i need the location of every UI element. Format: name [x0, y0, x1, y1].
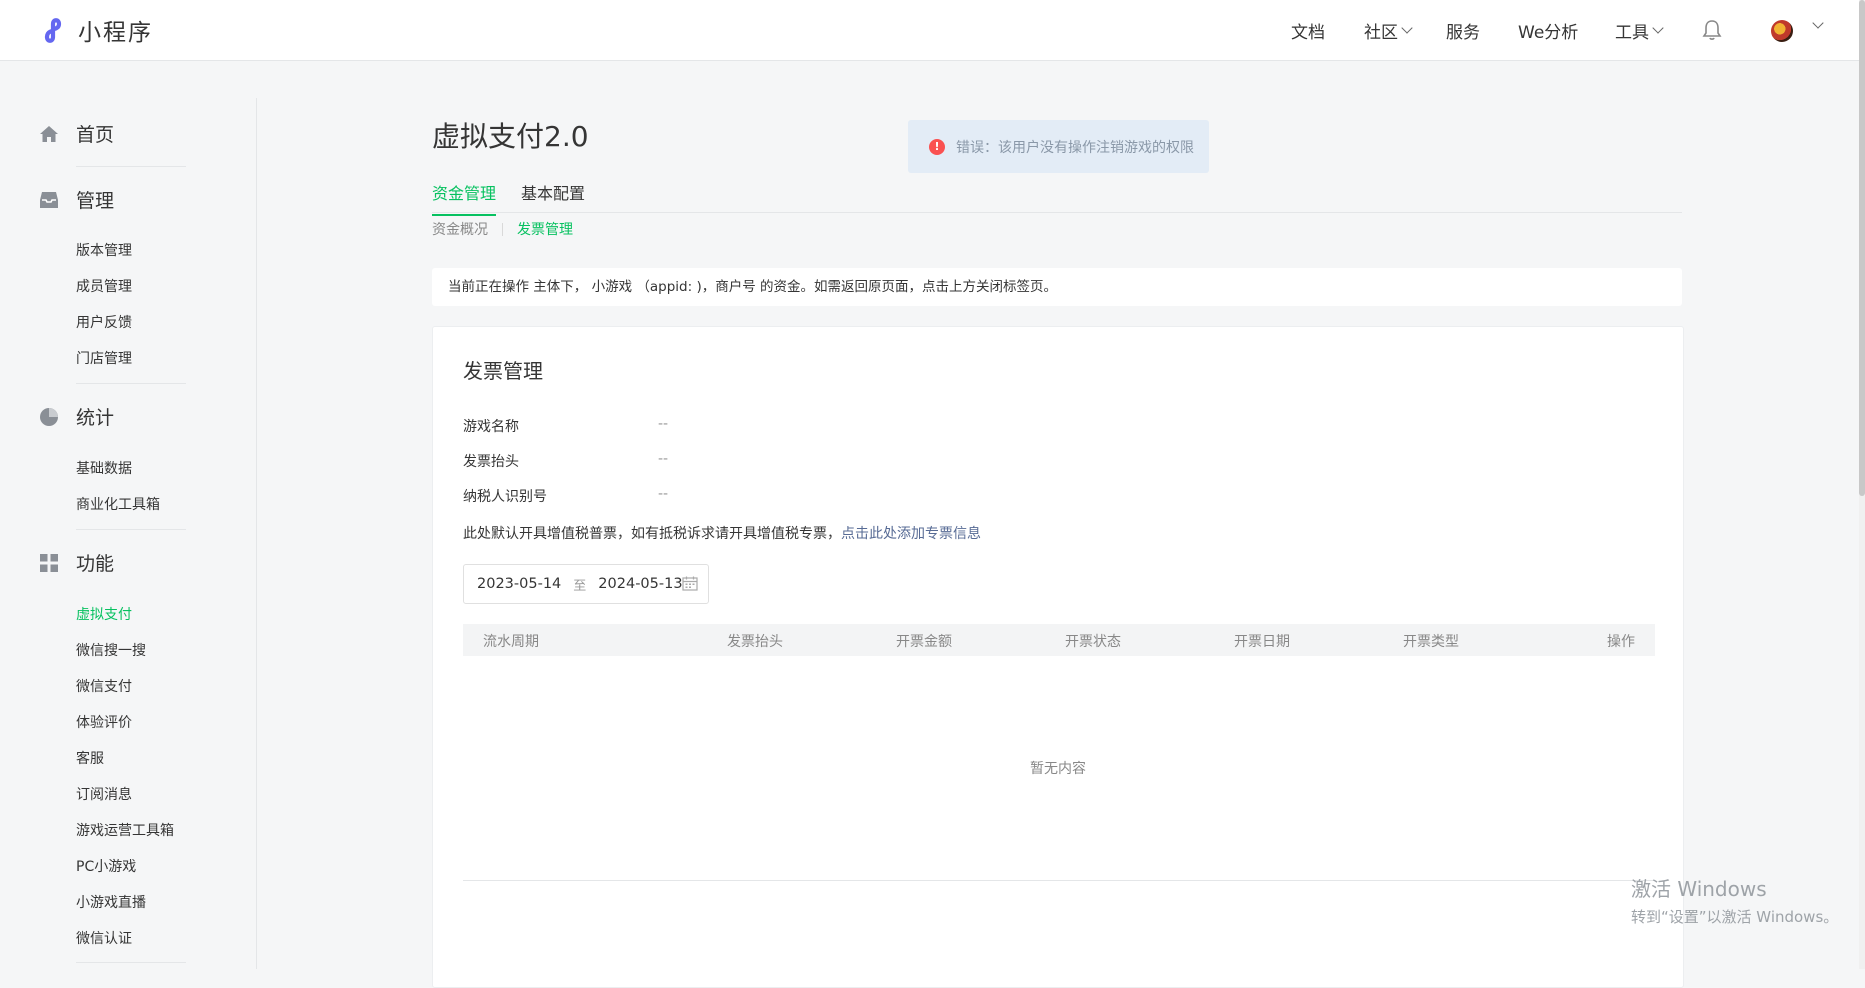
sidebar-section-features-label: 功能 — [76, 553, 115, 575]
invoice-hint: 此处默认开具增值税普票，如有抵税诉求请开具增值税专票，点击此处添加专票信息 — [463, 523, 981, 543]
nav-services-label: 服务 — [1446, 22, 1480, 43]
sidebar-item-members[interactable]: 成员管理 — [76, 276, 132, 296]
table-header: 流水周期 发票抬头 开票金额 开票状态 开票日期 开票类型 操作 — [463, 624, 1655, 656]
pie-chart-icon — [38, 406, 60, 428]
sidebar-item-wechat-search[interactable]: 微信搜一搜 — [76, 640, 146, 660]
sidebar-item-customer-service[interactable]: 客服 — [76, 748, 104, 768]
nav-services[interactable]: 服务 — [1446, 0, 1480, 60]
col-invoice-date: 开票日期 — [1234, 634, 1290, 650]
subtab-separator — [502, 222, 503, 236]
sidebar-item-feedback[interactable]: 用户反馈 — [76, 312, 132, 332]
sidebar-item-virtual-pay[interactable]: 虚拟支付 — [76, 604, 132, 624]
nav-community[interactable]: 社区 — [1364, 0, 1413, 60]
sidebar-item-subscribe-msg[interactable]: 订阅消息 — [76, 784, 132, 804]
home-icon — [38, 123, 60, 145]
sidebar-item-basic-data[interactable]: 基础数据 — [76, 458, 132, 478]
sub-tabs: 资金概况 发票管理 — [432, 219, 573, 239]
field-value-game-name: -- — [658, 416, 669, 432]
chevron-down-icon[interactable] — [1812, 17, 1824, 29]
page-title: 虚拟支付2.0 — [432, 120, 589, 153]
sidebar-item-wechat-pay[interactable]: 微信支付 — [76, 676, 132, 696]
sidebar-item-game-ops-toolbox[interactable]: 游戏运营工具箱 — [76, 820, 174, 840]
field-value-invoice-title: -- — [658, 451, 669, 467]
col-invoice-type: 开票类型 — [1403, 634, 1459, 650]
subtab-fund-overview[interactable]: 资金概况 — [432, 219, 488, 239]
sidebar-section-stats-label: 统计 — [76, 407, 115, 429]
top-bar: 小程序 文档 社区 服务 We分析 工具 — [0, 0, 1859, 61]
sidebar-item-experience-review[interactable]: 体验评价 — [76, 712, 132, 732]
invoice-hint-text: 此处默认开具增值税普票，如有抵税诉求请开具增值税专票， — [463, 526, 841, 542]
operation-notice-text: 当前正在操作 主体下， 小游戏 （appid: )，商户号 的资金。如需返回原页… — [448, 279, 1058, 295]
sidebar-item-home-label: 首页 — [76, 124, 115, 146]
watermark-line-2: 转到“设置”以激活 Windows。 — [1631, 908, 1839, 926]
error-icon: ! — [929, 138, 945, 155]
chevron-down-icon — [1401, 21, 1413, 34]
nav-docs-label: 文档 — [1291, 22, 1325, 43]
nav-tools-label: 工具 — [1615, 22, 1649, 43]
nav-we-analytics-label: We分析 — [1518, 22, 1579, 43]
operation-notice: 当前正在操作 主体下， 小游戏 （appid: )，商户号 的资金。如需返回原页… — [432, 268, 1682, 306]
inbox-icon — [38, 189, 60, 211]
date-end[interactable]: 2024-05-13 — [598, 576, 682, 592]
divider — [76, 962, 186, 963]
sidebar-item-stores[interactable]: 门店管理 — [76, 348, 132, 368]
tab-fund-management[interactable]: 资金管理 — [432, 180, 497, 216]
divider — [76, 529, 186, 530]
sidebar-item-commerce-toolbox[interactable]: 商业化工具箱 — [76, 494, 160, 514]
subtab-invoice-management[interactable]: 发票管理 — [517, 219, 573, 239]
windows-activation-watermark: 激活 Windows 转到“设置”以激活 Windows。 — [1631, 873, 1838, 927]
app-name: 小程序 — [78, 20, 153, 46]
divider — [76, 383, 186, 384]
sidebar-section-manage-label: 管理 — [76, 190, 115, 212]
sidebar-item-minigame-live[interactable]: 小游戏直播 — [76, 892, 146, 912]
error-toast-text: 错误：该用户没有操作注销游戏的权限 — [956, 139, 1194, 156]
chevron-down-icon — [1652, 21, 1664, 34]
sidebar-section-stats[interactable]: 统计 — [38, 403, 114, 430]
nav-tools[interactable]: 工具 — [1615, 0, 1664, 60]
sidebar-section-manage[interactable]: 管理 — [38, 186, 114, 213]
col-invoice-title: 发票抬头 — [727, 634, 783, 650]
field-label-taxpayer-id: 纳税人识别号 — [463, 489, 547, 505]
divider — [76, 166, 186, 167]
main-tabs: 资金管理 基本配置 — [432, 180, 1682, 216]
tab-basic-config[interactable]: 基本配置 — [521, 180, 585, 214]
col-invoice-amount: 开票金额 — [896, 634, 952, 650]
field-label-invoice-title: 发票抬头 — [463, 454, 519, 470]
field-value-taxpayer-id: -- — [658, 486, 669, 502]
invoice-panel-title: 发票管理 — [463, 359, 543, 383]
table-bottom-line — [463, 880, 1655, 881]
nav-we-analytics[interactable]: We分析 — [1518, 0, 1578, 60]
watermark-line-1: 激活 Windows — [1631, 877, 1767, 901]
date-start[interactable]: 2023-05-14 — [477, 576, 561, 592]
logo[interactable]: 小程序 — [38, 14, 153, 46]
sidebar: 首页 管理 版本管理 成员管理 用户反馈 门店管理 统计 基础数据 商业化工具箱… — [0, 98, 257, 969]
sidebar-item-home[interactable]: 首页 — [38, 120, 114, 147]
sidebar-item-version[interactable]: 版本管理 — [76, 240, 132, 260]
field-label-game-name: 游戏名称 — [463, 419, 519, 435]
scrollbar-thumb[interactable] — [1859, 0, 1865, 496]
sidebar-item-wechat-cert[interactable]: 微信认证 — [76, 928, 132, 948]
col-billing-period: 流水周期 — [483, 634, 539, 650]
page-scrollbar[interactable] — [1859, 0, 1865, 969]
invoice-panel: 发票管理 游戏名称 -- 发票抬头 -- 纳税人识别号 -- 此处默认开具增值税… — [432, 326, 1684, 988]
table-empty-state: 暂无内容 — [1030, 761, 1086, 777]
mini-program-logo-icon — [44, 18, 62, 43]
nav-community-label: 社区 — [1364, 22, 1398, 43]
date-range-picker[interactable]: 2023-05-14 至 2024-05-13 — [463, 564, 709, 604]
error-toast: ! 错误：该用户没有操作注销游戏的权限 — [908, 120, 1209, 173]
avatar[interactable] — [1771, 20, 1793, 42]
nav-docs[interactable]: 文档 — [1291, 0, 1325, 60]
col-invoice-status: 开票状态 — [1065, 634, 1121, 650]
sidebar-item-pc-minigame[interactable]: PC小游戏 — [76, 856, 136, 876]
grid-icon — [38, 552, 60, 574]
sidebar-section-features[interactable]: 功能 — [38, 549, 114, 576]
calendar-icon[interactable] — [682, 576, 698, 591]
add-special-invoice-link[interactable]: 点击此处添加专票信息 — [841, 526, 981, 542]
date-separator: 至 — [573, 578, 587, 594]
bell-icon[interactable] — [1702, 19, 1722, 41]
col-actions: 操作 — [1607, 634, 1635, 650]
